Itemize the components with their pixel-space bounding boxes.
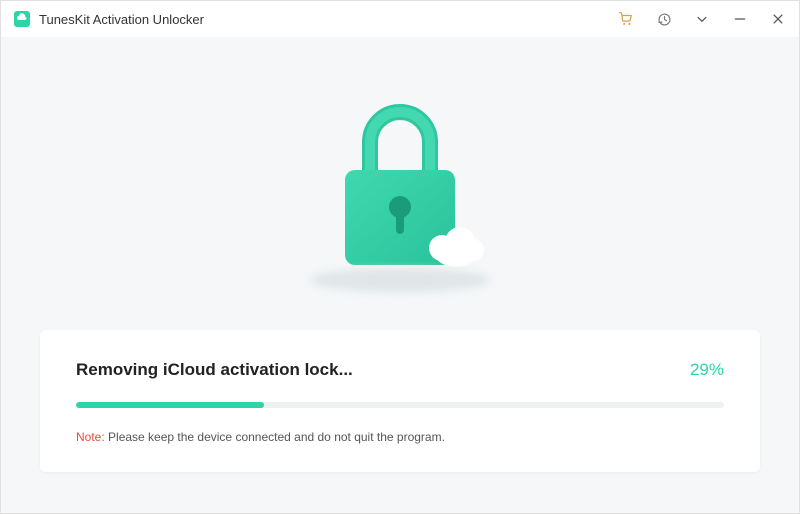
progress-note: Note: Please keep the device connected a… <box>76 430 724 444</box>
progress-panel: Removing iCloud activation lock... 29% N… <box>40 330 760 472</box>
titlebar-controls <box>617 10 787 28</box>
note-text: Please keep the device connected and do … <box>105 430 445 444</box>
history-icon[interactable] <box>655 10 673 28</box>
titlebar-left: TunesKit Activation Unlocker <box>13 10 204 28</box>
lock-illustration <box>270 82 530 302</box>
progress-bar-fill <box>76 402 264 408</box>
app-window: TunesKit Activation Unlocker <box>0 0 800 514</box>
close-icon[interactable] <box>769 10 787 28</box>
chevron-down-icon[interactable] <box>693 10 711 28</box>
progress-status-text: Removing iCloud activation lock... <box>76 360 353 380</box>
minimize-icon[interactable] <box>731 10 749 28</box>
progress-percent-text: 29% <box>690 360 724 380</box>
app-title: TunesKit Activation Unlocker <box>39 12 204 27</box>
lock-icon <box>300 92 500 292</box>
note-label: Note: <box>76 430 105 444</box>
main-content: Removing iCloud activation lock... 29% N… <box>1 37 799 513</box>
progress-bar <box>76 402 724 408</box>
cart-icon[interactable] <box>617 10 635 28</box>
lock-shadow <box>310 268 490 292</box>
progress-header: Removing iCloud activation lock... 29% <box>76 360 724 380</box>
app-logo-icon <box>13 10 31 28</box>
titlebar: TunesKit Activation Unlocker <box>1 1 799 37</box>
